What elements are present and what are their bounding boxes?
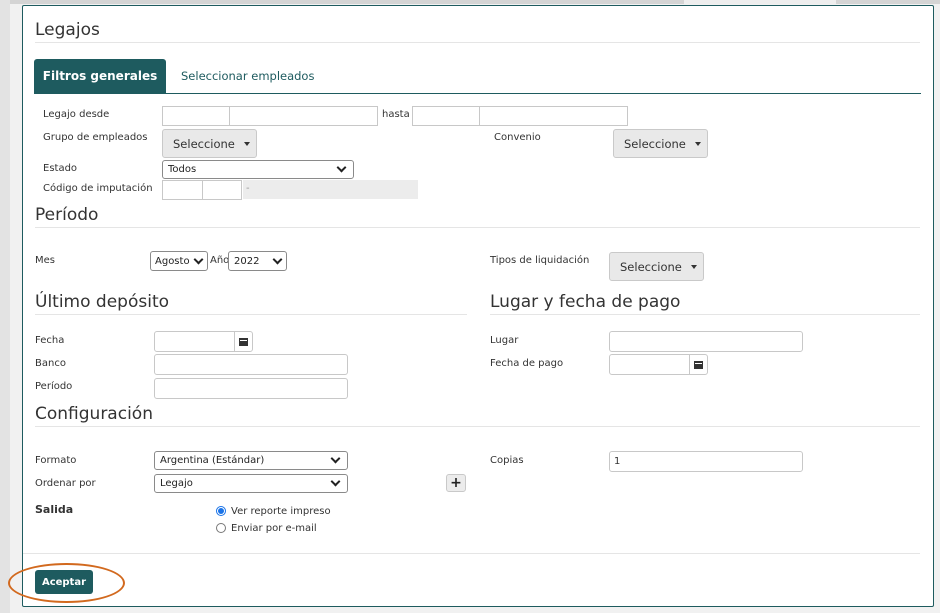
deposito-periodo-input[interactable] [154,378,348,399]
mes-select[interactable]: Agosto [150,251,208,271]
caret-down-icon [243,141,250,146]
copias-label: Copias [490,455,524,466]
radio-ver-reporte-label: Ver reporte impreso [231,506,331,517]
hasta-label: hasta [382,109,410,120]
window-top-strip [0,0,940,4]
formato-label: Formato [35,455,77,466]
codigo-imputacion-input-2[interactable] [202,180,242,200]
legajo-hasta-code-input[interactable] [412,106,480,126]
legajo-desde-name-input[interactable] [229,106,378,126]
chevron-down-icon [330,476,341,487]
grupo-empleados-dropdown-button[interactable]: Seleccione [162,129,257,158]
fecha-pago-calendar-button[interactable] [689,354,708,375]
chevron-down-icon [272,254,283,264]
title-divider [35,42,920,43]
legajo-desde-label: Legajo desde [43,109,110,120]
lugar-label: Lugar [490,335,519,346]
legajo-desde-code-input[interactable] [162,106,230,126]
page-title: Legajos [35,20,100,40]
anio-select[interactable]: 2022 [228,251,287,271]
radio-ver-reporte[interactable] [216,506,226,516]
convenio-label: Convenio [494,132,541,143]
radio-enviar-email[interactable] [216,523,226,533]
codigo-imputacion-label: Código de imputación [43,183,153,194]
formato-select[interactable]: Argentina (Estándar) [154,451,348,470]
deposito-banco-label: Banco [35,358,66,369]
fecha-pago-label: Fecha de pago [490,358,564,369]
left-pane [0,0,10,613]
anio-select-value: 2022 [234,255,260,267]
copias-input[interactable]: 1 [609,451,803,472]
radio-enviar-email-label: Enviar por e-mail [231,523,317,534]
codigo-imputacion-input-1[interactable] [162,180,203,200]
lugar-fecha-pago-divider [490,314,920,315]
tipos-liquidacion-button-label: Seleccione [620,259,682,274]
calendar-icon [694,360,703,369]
footer-divider [23,553,920,554]
tabs-divider [34,93,921,94]
chevron-down-icon [193,254,204,264]
fecha-pago-input[interactable] [609,354,691,375]
deposito-fecha-label: Fecha [35,335,65,346]
caret-down-icon [690,264,697,269]
formato-select-value: Argentina (Estándar) [160,455,265,466]
ultimo-deposito-section-title: Último depósito [35,292,170,312]
anio-label: Año [210,255,230,266]
mes-label: Mes [35,255,55,266]
ordenar-por-label: Ordenar por [35,478,96,489]
ordenar-por-select-value: Legajo [160,478,193,489]
highlight-annotation [8,563,125,603]
convenio-dropdown-button[interactable]: Seleccione [613,129,708,158]
deposito-banco-input[interactable] [154,354,348,375]
periodo-divider [35,227,920,228]
grupo-empleados-label: Grupo de empleados [43,132,148,143]
lugar-fecha-pago-section-title: Lugar y fecha de pago [490,292,681,312]
salida-label: Salida [35,503,74,516]
tipos-liquidacion-dropdown-button[interactable]: Seleccione [609,252,704,281]
chevron-down-icon [336,162,347,173]
configuracion-divider [35,426,920,427]
caret-down-icon [694,141,701,146]
estado-select[interactable]: Todos [162,160,354,179]
add-order-button[interactable]: + [446,474,466,492]
tipos-liquidacion-label: Tipos de liquidación [490,255,590,266]
calendar-icon [239,337,248,346]
configuracion-section-title: Configuración [35,404,153,424]
deposito-fecha-input[interactable] [154,331,236,352]
convenio-button-label: Seleccione [624,136,686,151]
deposito-fecha-calendar-button[interactable] [234,331,253,352]
grupo-empleados-button-label: Seleccione [173,136,235,151]
tab-filtros-generales[interactable]: Filtros generales [34,59,166,93]
plus-icon: + [450,475,462,491]
legajo-hasta-name-input[interactable] [479,106,628,126]
periodo-section-title: Período [35,205,99,225]
deposito-periodo-label: Período [35,381,73,392]
mes-select-value: Agosto [155,255,190,267]
codigo-imputacion-description [243,180,418,199]
lugar-input[interactable] [609,331,803,352]
ultimo-deposito-divider [35,314,467,315]
estado-select-value: Todos [168,164,197,175]
estado-label: Estado [43,163,78,174]
tab-seleccionar-empleados[interactable]: Seleccionar empleados [181,69,314,83]
chevron-down-icon [330,453,341,464]
ordenar-por-select[interactable]: Legajo [154,474,348,493]
codigo-imputacion-separator: - [246,183,250,194]
